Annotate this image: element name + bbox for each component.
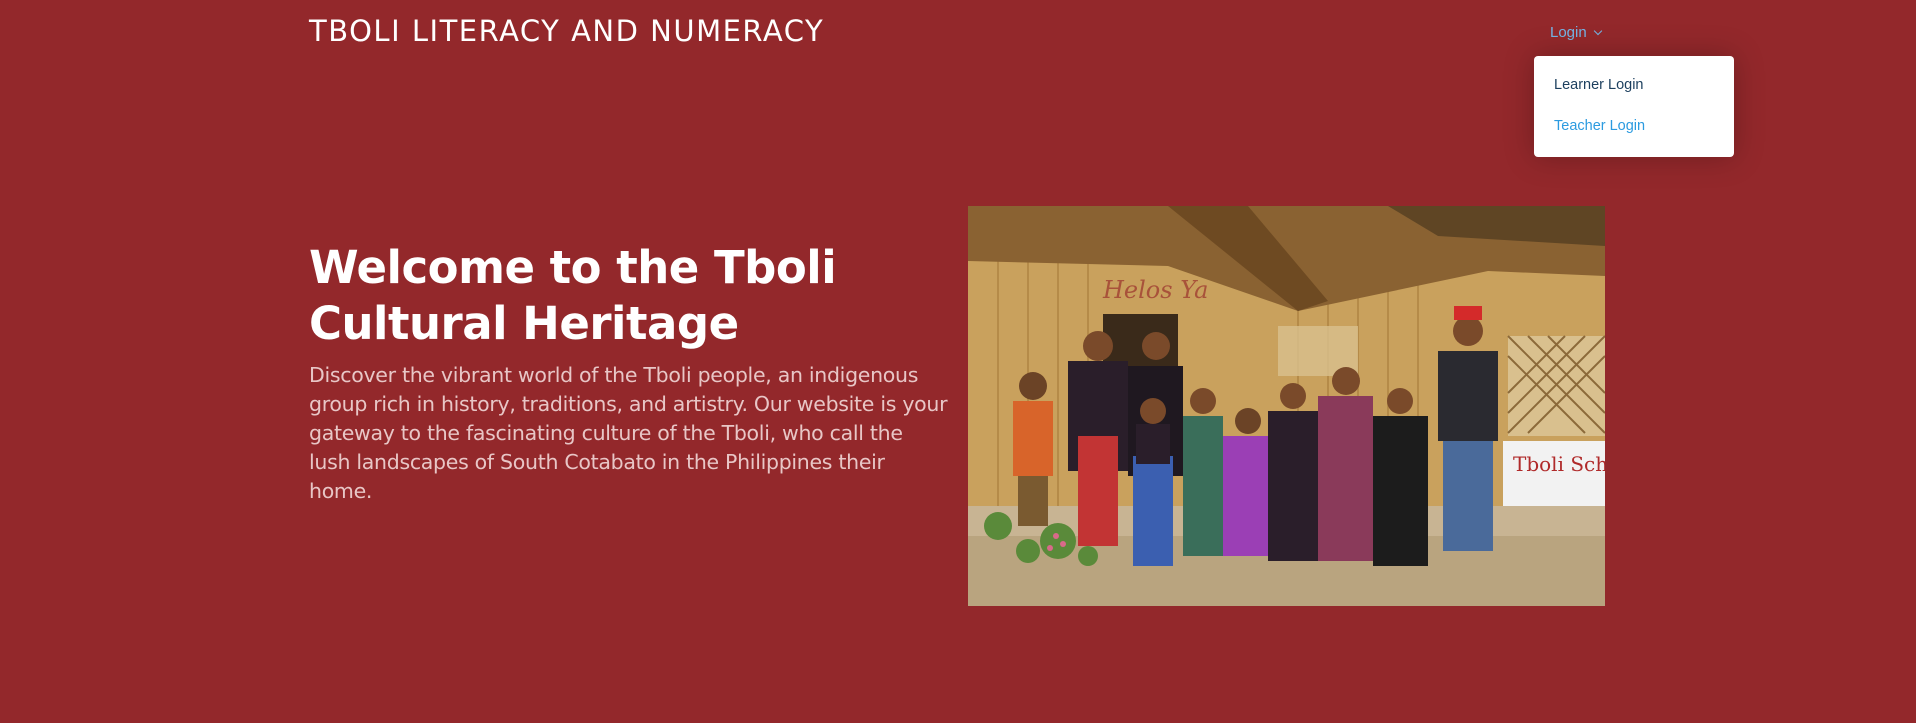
learner-login-link[interactable]: Learner Login (1554, 77, 1644, 93)
login-label: Login (1550, 24, 1587, 41)
photo-sign-text: Tboli School (1513, 452, 1605, 476)
chevron-down-icon (1593, 26, 1602, 35)
login-dropdown-toggle[interactable]: Login (1550, 24, 1602, 41)
teacher-login-link[interactable]: Teacher Login (1554, 118, 1645, 134)
login-dropdown-menu: Learner Login Teacher Login (1534, 56, 1734, 157)
hero-photo: Helos Ya Tboli School (968, 206, 1605, 606)
hero-title: Welcome to the Tboli Cultural Heritage (309, 241, 837, 350)
site-brand[interactable]: TBOLI LITERACY AND NUMERACY (309, 14, 824, 48)
hero-description: Discover the vibrant world of the Tboli … (309, 363, 948, 503)
photo-wall-text: Helos Ya (1102, 276, 1209, 304)
